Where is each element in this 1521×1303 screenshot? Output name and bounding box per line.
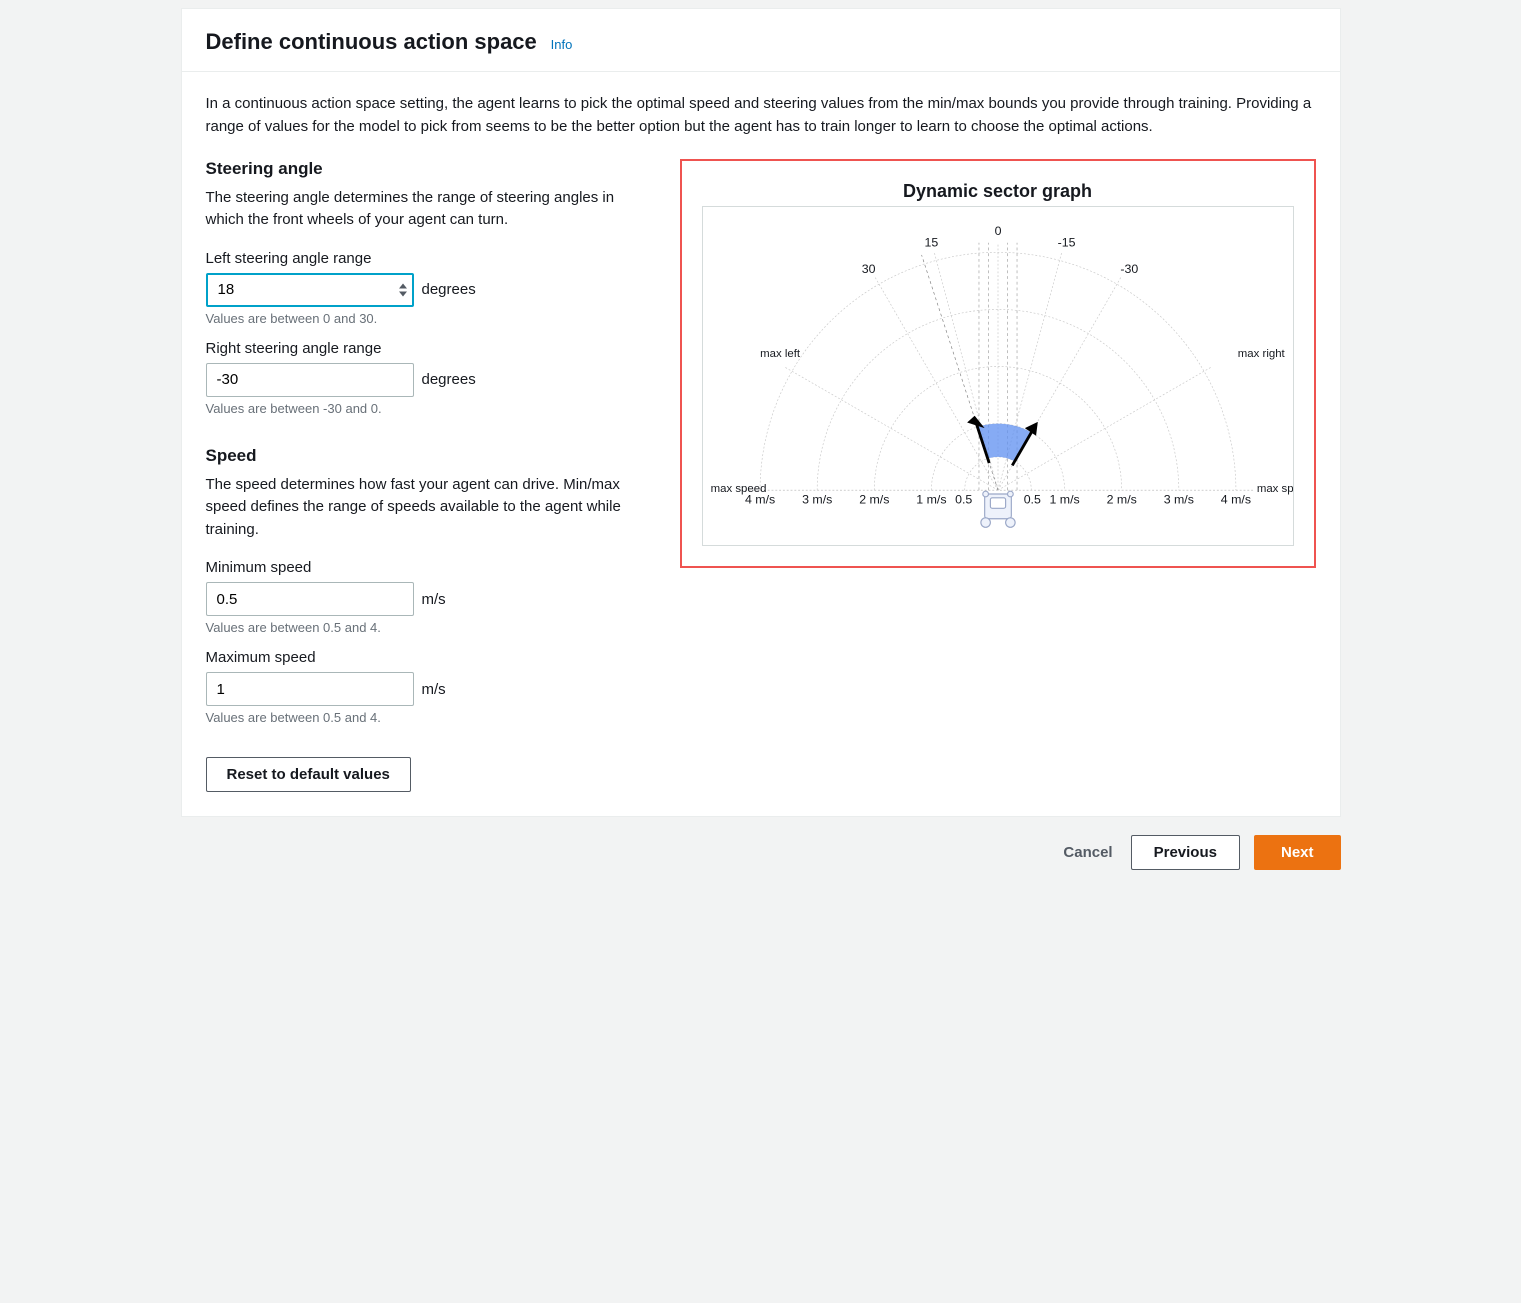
action-space-panel: Define continuous action space Info In a… — [181, 8, 1341, 817]
min-speed-input[interactable] — [206, 582, 414, 616]
panel-title: Define continuous action space — [206, 29, 537, 54]
left-steering-unit: degrees — [422, 281, 476, 298]
graph-title: Dynamic sector graph — [682, 181, 1314, 202]
panel-header: Define continuous action space Info — [182, 9, 1340, 72]
tick-3-r: 3 m/s — [1163, 492, 1193, 506]
tick-2-r: 2 m/s — [1106, 492, 1136, 506]
max-speed-hint: Values are between 0.5 and 4. — [206, 710, 656, 725]
angle--30: -30 — [1120, 262, 1138, 276]
angle-15: 15 — [924, 235, 938, 249]
min-speed-label: Minimum speed — [206, 559, 656, 576]
tick-1-r: 1 m/s — [1049, 492, 1079, 506]
angle--15: -15 — [1057, 235, 1075, 249]
tick-0.5-r: 0.5 — [1023, 492, 1040, 506]
min-speed-hint: Values are between 0.5 and 4. — [206, 620, 656, 635]
speed-section: Speed The speed determines how fast your… — [206, 446, 656, 793]
right-steering-label: Right steering angle range — [206, 340, 656, 357]
previous-button[interactable]: Previous — [1131, 835, 1240, 870]
tick-2-l: 2 m/s — [859, 492, 889, 506]
steering-desc: The steering angle determines the range … — [206, 187, 656, 232]
maxleft-label: max left — [760, 347, 801, 359]
wizard-footer: Cancel Previous Next — [181, 835, 1341, 870]
angle-0: 0 — [994, 224, 1001, 238]
min-speed-unit: m/s — [422, 591, 446, 608]
right-steering-hint: Values are between -30 and 0. — [206, 401, 656, 416]
tick-0.5-l: 0.5 — [955, 492, 972, 506]
max-speed-label: Maximum speed — [206, 649, 656, 666]
steering-heading: Steering angle — [206, 159, 656, 179]
maxright-label: max right — [1237, 347, 1285, 359]
car-icon — [980, 491, 1014, 527]
speed-heading: Speed — [206, 446, 656, 466]
right-steering-input[interactable] — [206, 363, 414, 397]
left-steering-input[interactable] — [206, 273, 414, 307]
reset-button[interactable]: Reset to default values — [206, 757, 411, 792]
tick-3-l: 3 m/s — [802, 492, 832, 506]
tick-1-l: 1 m/s — [916, 492, 946, 506]
maxspeed-r-label: max speed — [1256, 483, 1292, 495]
cancel-button[interactable]: Cancel — [1059, 838, 1116, 867]
max-speed-unit: m/s — [422, 681, 446, 698]
chevron-up-icon[interactable] — [398, 282, 408, 289]
next-button[interactable]: Next — [1254, 835, 1341, 870]
max-speed-input[interactable] — [206, 672, 414, 706]
steering-section: Steering angle The steering angle determ… — [206, 159, 656, 416]
maxspeed-l-label: max speed — [710, 483, 766, 495]
info-link[interactable]: Info — [551, 37, 573, 52]
left-steering-stepper[interactable] — [398, 282, 408, 297]
chevron-down-icon[interactable] — [398, 290, 408, 297]
speed-desc: The speed determines how fast your agent… — [206, 474, 656, 542]
sector-graph: 0.5 0.5 1 m/s 1 m/s 2 m/s 2 m/s 3 m/s 3 … — [702, 206, 1294, 546]
sector-graph-box: Dynamic sector graph — [680, 159, 1316, 568]
intro-text: In a continuous action space setting, th… — [206, 92, 1316, 139]
left-steering-hint: Values are between 0 and 30. — [206, 311, 656, 326]
right-steering-unit: degrees — [422, 371, 476, 388]
angle-30: 30 — [861, 262, 875, 276]
tick-4-r: 4 m/s — [1220, 492, 1250, 506]
left-steering-label: Left steering angle range — [206, 250, 656, 267]
